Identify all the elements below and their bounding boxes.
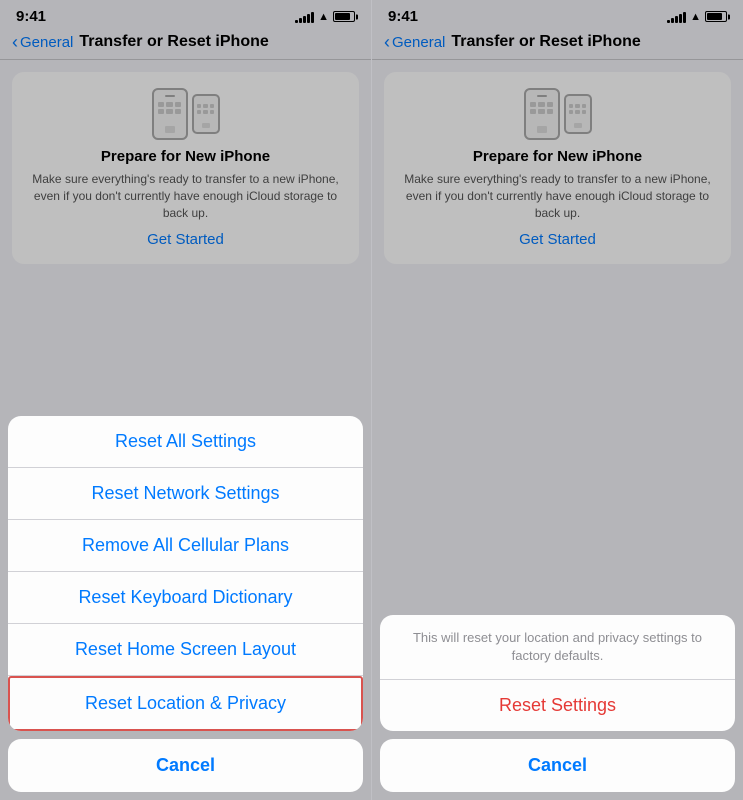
reset-settings-button-right[interactable]: Reset Settings <box>380 680 735 731</box>
reset-network-settings-item[interactable]: Reset Network Settings <box>8 468 363 520</box>
left-panel: 9:41 ▲ ‹ General Transfer or Reset iPhon… <box>0 0 371 800</box>
action-sheet-left: Reset All Settings Reset Network Setting… <box>8 416 363 731</box>
cancel-button-left[interactable]: Cancel <box>8 739 363 792</box>
reset-keyboard-dictionary-item[interactable]: Reset Keyboard Dictionary <box>8 572 363 624</box>
reset-all-settings-item[interactable]: Reset All Settings <box>8 416 363 468</box>
confirm-overlay-right: This will reset your location and privac… <box>372 0 743 800</box>
remove-cellular-plans-item[interactable]: Remove All Cellular Plans <box>8 520 363 572</box>
cancel-button-right[interactable]: Cancel <box>380 739 735 792</box>
confirm-message-right: This will reset your location and privac… <box>380 615 735 680</box>
confirm-sheet-right: This will reset your location and privac… <box>380 615 735 731</box>
right-panel: 9:41 ▲ ‹ General Transfer or Reset iPhon… <box>371 0 743 800</box>
reset-location-privacy-item[interactable]: Reset Location & Privacy <box>8 676 363 731</box>
reset-home-screen-layout-item[interactable]: Reset Home Screen Layout <box>8 624 363 676</box>
action-sheet-overlay-left: Reset All Settings Reset Network Setting… <box>0 0 371 800</box>
